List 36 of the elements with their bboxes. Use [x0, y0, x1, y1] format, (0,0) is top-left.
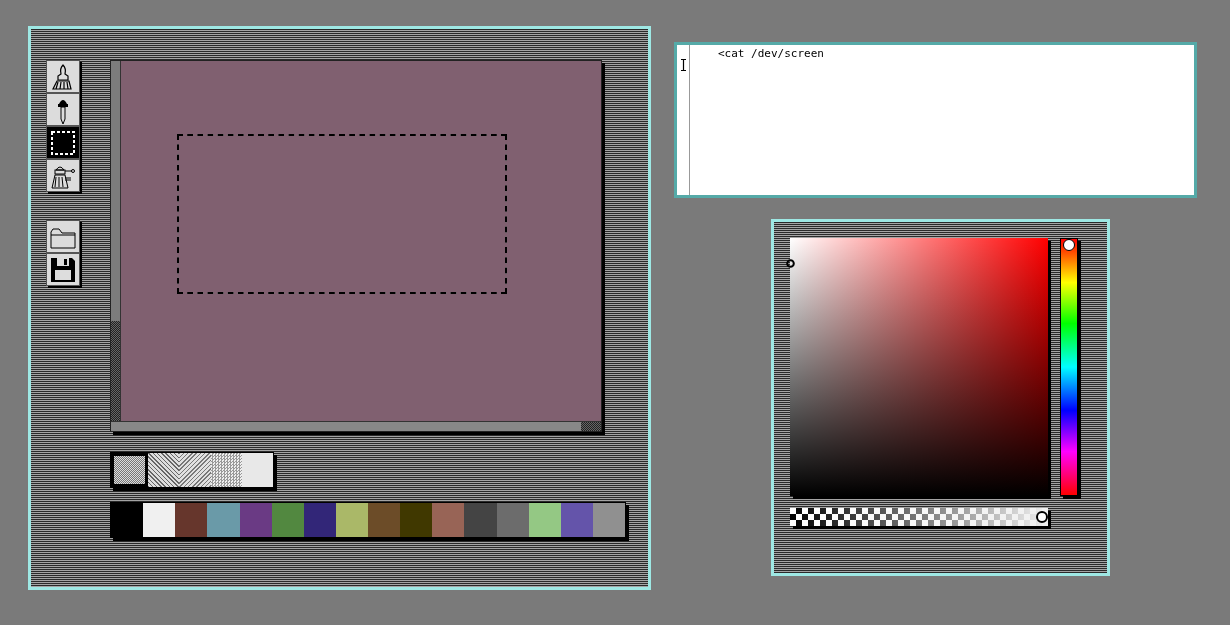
pattern-swatch[interactable] [148, 453, 180, 487]
slider-handle[interactable] [1063, 239, 1075, 251]
color-swatch[interactable] [271, 503, 304, 537]
text-cursor-icon [680, 59, 686, 71]
color-swatch[interactable] [175, 503, 208, 537]
color-swatch[interactable] [464, 503, 497, 537]
tool-button[interactable] [46, 159, 80, 192]
pattern-swatch[interactable] [241, 453, 273, 487]
color-swatch[interactable] [335, 503, 368, 537]
hue-slider[interactable] [1060, 238, 1078, 496]
color-swatch[interactable] [207, 503, 240, 537]
vertical-scrollbar[interactable] [111, 61, 121, 421]
pattern-swatch[interactable] [111, 453, 149, 487]
color-swatch[interactable] [111, 503, 144, 537]
tool-button[interactable] [46, 60, 80, 93]
color-swatch[interactable] [400, 503, 433, 537]
color-swatch[interactable] [239, 503, 272, 537]
alpha-slider[interactable] [790, 508, 1048, 526]
pattern-swatch[interactable] [179, 453, 211, 487]
color-swatch[interactable] [368, 503, 401, 537]
color-swatch[interactable] [496, 503, 529, 537]
picker-handle-icon[interactable] [786, 259, 795, 268]
tool-button[interactable] [46, 126, 80, 159]
horizontal-scrollbar[interactable] [111, 421, 601, 431]
color-swatch[interactable] [143, 503, 176, 537]
color-swatch[interactable] [528, 503, 561, 537]
tool-button[interactable] [46, 93, 80, 126]
pattern-swatch[interactable] [210, 453, 242, 487]
color-swatch[interactable] [432, 503, 465, 537]
terminal-line: <cat /dev/screen [717, 46, 824, 60]
color-swatch[interactable] [592, 503, 625, 537]
slider-handle[interactable] [1036, 511, 1048, 523]
selection-marquee[interactable] [177, 134, 507, 294]
color-swatch[interactable] [560, 503, 593, 537]
tool-button[interactable] [46, 253, 80, 286]
color-swatch[interactable] [303, 503, 336, 537]
